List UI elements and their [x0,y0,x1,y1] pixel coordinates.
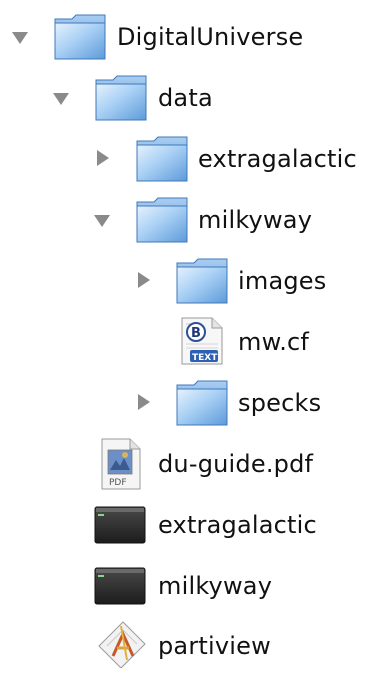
tree-row-mw-cf[interactable]: B TEXT mw.cf [0,312,367,373]
tree-row-du-guide-pdf[interactable]: PDF du-guide.pdf [0,434,367,495]
tree-row-images[interactable]: images [0,251,367,312]
tree-item-label: extragalactic [158,511,317,539]
folder-icon [174,377,230,429]
tree-item-label: milkyway [158,572,273,600]
terminal-script-icon [93,560,149,612]
disclosure-collapsed-icon[interactable] [133,391,155,413]
tree-row-partiview[interactable]: partiview [0,614,367,675]
tree-row-milkyway-script[interactable]: milkyway [0,556,367,617]
bbedit-text-file-icon: B TEXT [174,314,230,366]
tree-row-digitaluniverse[interactable]: DigitalUniverse [0,7,367,68]
application-icon [93,616,149,669]
tree-item-label: du-guide.pdf [158,450,314,478]
tree-row-extragalactic-script[interactable]: extragalactic [0,495,367,556]
disclosure-expanded-icon[interactable] [9,27,31,49]
pdf-file-icon: PDF [92,436,148,490]
tree-row-milkyway-folder[interactable]: milkyway [0,190,367,251]
disclosure-expanded-icon[interactable] [91,210,113,232]
terminal-script-icon [93,499,149,551]
tree-item-label: data [158,84,213,112]
tree-row-specks[interactable]: specks [0,373,367,434]
folder-icon [93,72,149,124]
tree-item-label: milkyway [198,206,313,234]
folder-icon [52,11,108,63]
svg-text:TEXT: TEXT [192,353,218,363]
disclosure-collapsed-icon[interactable] [133,269,155,291]
disclosure-expanded-icon[interactable] [50,88,72,110]
svg-text:B: B [191,326,201,341]
tree-row-extragalactic-folder[interactable]: extragalactic [0,129,367,190]
tree-item-label: images [238,267,327,295]
tree-item-label: specks [238,389,322,417]
tree-row-data[interactable]: data [0,68,367,129]
tree-item-label: partiview [158,632,271,660]
folder-icon [134,133,190,185]
disclosure-collapsed-icon[interactable] [92,147,114,169]
tree-item-label: extragalactic [198,145,357,173]
tree-item-label: DigitalUniverse [117,23,304,51]
folder-icon [174,255,230,307]
svg-text:PDF: PDF [109,478,127,488]
folder-icon [134,194,190,246]
tree-item-label: mw.cf [238,328,310,356]
file-tree: DigitalUniverse data extragalactic milky… [0,0,367,669]
